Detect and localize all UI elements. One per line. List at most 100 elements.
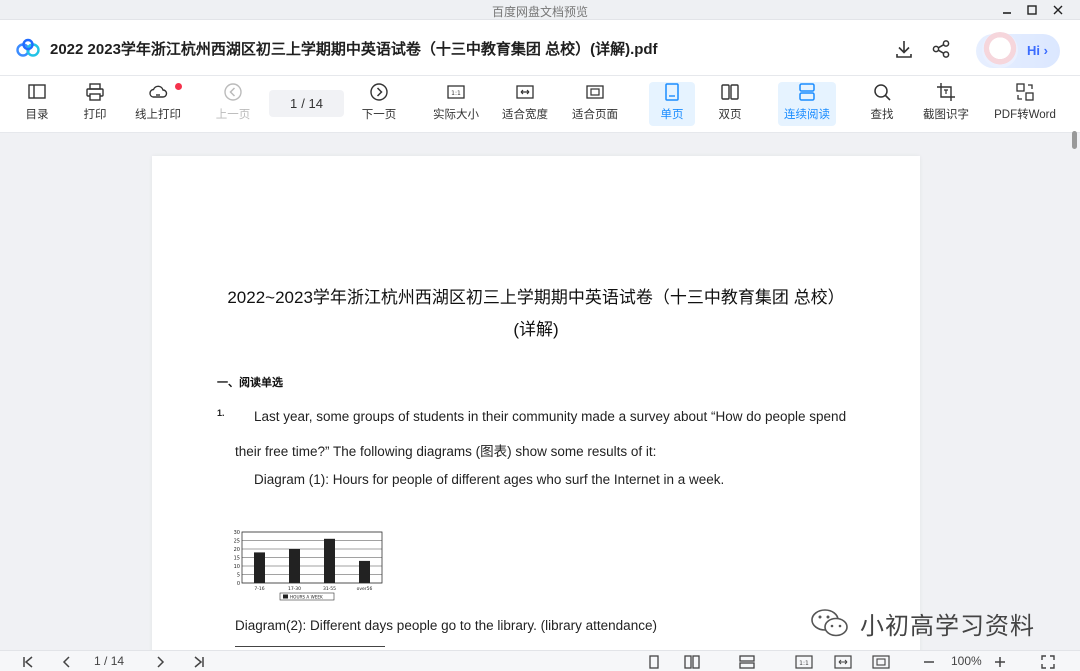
- continuous-small-icon: [739, 654, 755, 669]
- fullscreen-button[interactable]: [1040, 653, 1056, 670]
- double-page-icon: [721, 84, 739, 100]
- chart-x-tick-label: 17-30: [288, 586, 301, 592]
- download-button[interactable]: [893, 38, 915, 60]
- chart-bar: [289, 549, 300, 583]
- wechat-icon: [811, 609, 848, 637]
- actual-size-small-glyph: 1:1: [799, 660, 809, 667]
- ocr-button[interactable]: 截图识字: [922, 82, 970, 126]
- chart-y-tick-label: 0: [237, 581, 240, 587]
- chart-x-tick-label: 7-16: [254, 586, 264, 592]
- watermark-text: 小初高学习资料: [860, 611, 1035, 640]
- fit-page-label: 适合页面: [572, 109, 618, 121]
- single-page-button[interactable]: 单页: [649, 82, 695, 126]
- bottom-page-indicator[interactable]: 1 / 14: [94, 654, 124, 668]
- chevron-right-icon: [157, 655, 165, 668]
- chart-y-tick-label: 15: [234, 556, 240, 562]
- chart-y-tick-label: 25: [234, 539, 240, 545]
- zoom-out-button[interactable]: [922, 653, 936, 670]
- chart-legend-label: HOURS A WEEK: [290, 594, 323, 599]
- close-icon: [1053, 5, 1063, 14]
- assistant-avatar: [982, 32, 1018, 68]
- bottom-page-current: 1: [94, 654, 101, 668]
- baidu-netdisk-logo: [16, 38, 40, 57]
- bottom-bar: 1 / 14 1:1 100%: [0, 650, 1080, 671]
- page-total: / 14: [301, 96, 323, 111]
- actual-size-glyph: 1:1: [451, 90, 461, 97]
- pdf-to-word-button[interactable]: PDF转Word: [992, 82, 1058, 126]
- fit-width-button[interactable]: 适合宽度: [501, 82, 549, 126]
- crop-icon: [937, 83, 955, 101]
- chart-bar: [359, 560, 370, 583]
- diagram1-caption: Diagram (1): Hours for people of differe…: [254, 472, 725, 487]
- catalog-label: 目录: [25, 109, 49, 121]
- next-page-small-button[interactable]: [152, 653, 168, 670]
- continuous-small-button[interactable]: [739, 653, 755, 670]
- fullscreen-icon: [1041, 654, 1055, 669]
- continuous-read-label: 连续阅读: [784, 109, 830, 121]
- diagram2-caption: Diagram(2): Different days people go to …: [235, 618, 657, 633]
- chart-bar: [254, 552, 265, 583]
- maximize-button[interactable]: [1021, 1, 1043, 18]
- fit-width-small-button[interactable]: [834, 653, 852, 670]
- chart-y-tick-label: 20: [234, 547, 240, 553]
- maximize-icon: [1027, 4, 1037, 15]
- single-page-label: 单页: [660, 109, 684, 121]
- question-number: 1.: [217, 408, 225, 418]
- zoom-in-button[interactable]: [993, 653, 1007, 670]
- find-label: 查找: [870, 109, 894, 121]
- last-page-button[interactable]: [191, 653, 207, 670]
- first-page-icon: [23, 655, 33, 668]
- download-icon: [896, 41, 912, 58]
- zoom-level[interactable]: 100%: [951, 654, 982, 668]
- fit-width-label: 适合宽度: [502, 109, 548, 121]
- chart-y-tick-label: 30: [234, 530, 240, 536]
- doc-title-line1: 2022~2023学年浙江杭州西湖区初三上学期期中英语试卷（十三中教育集团 总校…: [227, 288, 845, 307]
- doc-title-line2: (详解): [513, 320, 559, 339]
- chart-x-tick-label: 31-55: [323, 586, 336, 592]
- bottom-page-total: / 14: [104, 654, 125, 668]
- print-button[interactable]: 打印: [82, 82, 108, 126]
- page-number-input[interactable]: 1 / 14: [269, 90, 344, 117]
- continuous-read-button[interactable]: 连续阅读: [778, 82, 836, 126]
- assistant-hi-button[interactable]: Hi ›: [976, 32, 1060, 68]
- scrollbar-thumb[interactable]: [1072, 131, 1077, 149]
- cloud-print-icon: [149, 85, 168, 98]
- online-print-label: 线上打印: [135, 109, 181, 121]
- prev-page-button[interactable]: 上一页: [215, 82, 251, 126]
- fit-width-icon: [516, 85, 534, 99]
- chart-y-tick-label: 5: [237, 573, 240, 579]
- share-button[interactable]: [930, 38, 952, 60]
- online-print-button[interactable]: 线上打印: [134, 82, 182, 126]
- fit-width-small-icon: [834, 654, 852, 669]
- last-page-icon: [194, 655, 204, 668]
- catalog-button[interactable]: 目录: [24, 82, 50, 126]
- minus-icon: [924, 660, 934, 663]
- actual-size-label: 实际大小: [433, 109, 479, 121]
- double-page-small-button[interactable]: [684, 653, 700, 670]
- catalog-icon: [28, 84, 46, 99]
- actual-size-button[interactable]: 1:1 实际大小: [432, 82, 480, 126]
- minimize-button[interactable]: [996, 1, 1018, 18]
- next-page-button[interactable]: 下一页: [360, 82, 398, 126]
- assistant-label: Hi: [1027, 43, 1040, 58]
- fit-page-small-button[interactable]: [872, 653, 890, 670]
- single-page-icon: [665, 83, 679, 101]
- close-button[interactable]: [1047, 1, 1069, 18]
- document-page: 2022~2023学年浙江杭州西湖区初三上学期期中英语试卷（十三中教育集团 总校…: [152, 156, 920, 650]
- window-titlebar: 百度网盘文档预览: [0, 0, 1080, 20]
- next-page-label: 下一页: [361, 109, 397, 121]
- continuous-read-icon: [799, 83, 815, 101]
- single-page-small-icon: [649, 654, 659, 669]
- single-page-small-button[interactable]: [646, 653, 662, 670]
- prev-circle-icon: [224, 83, 242, 101]
- fit-page-button[interactable]: 适合页面: [571, 82, 619, 126]
- prev-page-small-button[interactable]: [59, 653, 75, 670]
- document-viewport[interactable]: 2022~2023学年浙江杭州西湖区初三上学期期中英语试卷（十三中教育集团 总校…: [0, 134, 1080, 650]
- actual-size-small-button[interactable]: 1:1: [795, 653, 813, 670]
- double-page-button[interactable]: 双页: [717, 82, 743, 126]
- ocr-label: 截图识字: [923, 109, 969, 121]
- file-header: 2022 2023学年浙江杭州西湖区初三上学期期中英语试卷（十三中教育集团 总校…: [0, 20, 1080, 76]
- first-page-button[interactable]: [20, 653, 36, 670]
- find-button[interactable]: 查找: [869, 82, 895, 126]
- window-title: 百度网盘文档预览: [491, 5, 588, 19]
